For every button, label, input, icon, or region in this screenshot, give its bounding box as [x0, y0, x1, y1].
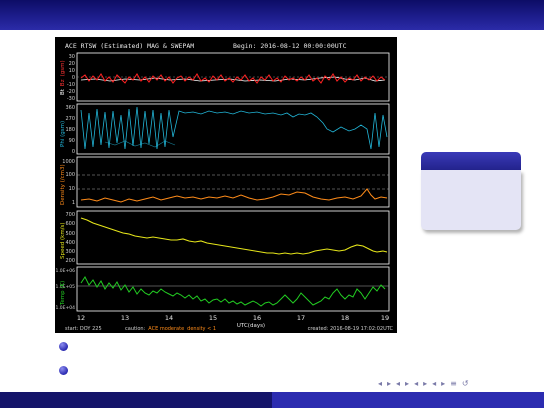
footer-caution: caution: ACE moderate density < 1 [125, 326, 216, 332]
nav-next-subsection-icon[interactable]: ▸ [423, 379, 427, 388]
svg-text:14: 14 [165, 314, 173, 322]
panel-speed-label: Speed (km/s) [60, 222, 66, 259]
svg-text:300: 300 [65, 249, 75, 255]
plot-title: ACE RTSW (Estimated) MAG & SWEPAM [65, 42, 194, 50]
svg-text:18: 18 [341, 314, 349, 322]
svg-text:1.0E+06: 1.0E+06 [56, 268, 76, 274]
svg-text:0: 0 [72, 149, 75, 155]
svg-text:10: 10 [69, 186, 75, 192]
nav-prev-slide-icon[interactable]: ◂ [378, 379, 382, 388]
nav-prev-subsection-icon[interactable]: ◂ [414, 379, 418, 388]
slide-footer-bar [0, 392, 544, 408]
svg-text:1000: 1000 [62, 159, 75, 165]
panel-density-label: Density (/cm3) [60, 164, 66, 205]
side-block [421, 152, 521, 230]
side-block-body [421, 170, 521, 230]
nav-menu-icon[interactable]: ≡ [450, 379, 457, 388]
nav-next-frame-icon[interactable]: ▸ [405, 379, 409, 388]
side-block-header [421, 152, 521, 170]
svg-text:1: 1 [72, 200, 75, 206]
bullet-icon [59, 366, 68, 375]
svg-text:270: 270 [65, 116, 75, 122]
svg-text:16: 16 [253, 314, 261, 322]
slide-title-bar [0, 0, 544, 30]
svg-text:400: 400 [65, 240, 75, 246]
svg-text:12: 12 [77, 314, 85, 322]
plot-begin-time: Begin: 2016-08-12 00:00:00UTC [233, 42, 347, 50]
svg-text:500: 500 [65, 231, 75, 237]
svg-text:360: 360 [65, 105, 75, 111]
footer-start: start: DOY 225 [65, 326, 102, 332]
svg-text:20: 20 [69, 61, 75, 67]
svg-text:90: 90 [69, 138, 75, 144]
svg-text:15: 15 [209, 314, 217, 322]
svg-text:200: 200 [65, 258, 75, 264]
svg-text:10: 10 [69, 68, 75, 74]
svg-text:13: 13 [121, 314, 129, 322]
svg-text:17: 17 [297, 314, 305, 322]
panel-temp-label: Temp (K) [60, 281, 66, 306]
bullet-icon [59, 342, 68, 351]
nav-prev-section-icon[interactable]: ◂ [432, 379, 436, 388]
svg-text:600: 600 [65, 221, 75, 227]
nav-next-slide-icon[interactable]: ▸ [387, 379, 391, 388]
svg-text:180: 180 [65, 127, 75, 133]
nav-next-section-icon[interactable]: ▸ [441, 379, 445, 388]
panel-phi-label: Phi (gsm) [60, 121, 66, 147]
footer-left-segment [0, 392, 272, 408]
svg-text:100: 100 [65, 172, 75, 178]
nav-search-icon[interactable]: ↺ [462, 379, 469, 388]
nav-prev-frame-icon[interactable]: ◂ [396, 379, 400, 388]
svg-text:0: 0 [72, 75, 75, 81]
svg-text:700: 700 [65, 212, 75, 218]
svg-text:30: 30 [69, 54, 75, 60]
footer-right-segment [272, 392, 544, 408]
solar-wind-plot: ACE RTSW (Estimated) MAG & SWEPAM Begin:… [55, 37, 397, 333]
footer-created: created: 2016-08-19 17:02:02UTC [308, 326, 394, 332]
svg-text:19: 19 [381, 314, 389, 322]
svg-text:-30: -30 [67, 96, 75, 102]
svg-text:-10: -10 [67, 82, 75, 88]
svg-text:-20: -20 [67, 89, 75, 95]
beamer-navigation[interactable]: ◂ ▸ ◂ ▸ ◂ ▸ ◂ ▸ ≡ ↺ [378, 376, 469, 390]
x-axis-label: UTC(days) [237, 323, 265, 329]
